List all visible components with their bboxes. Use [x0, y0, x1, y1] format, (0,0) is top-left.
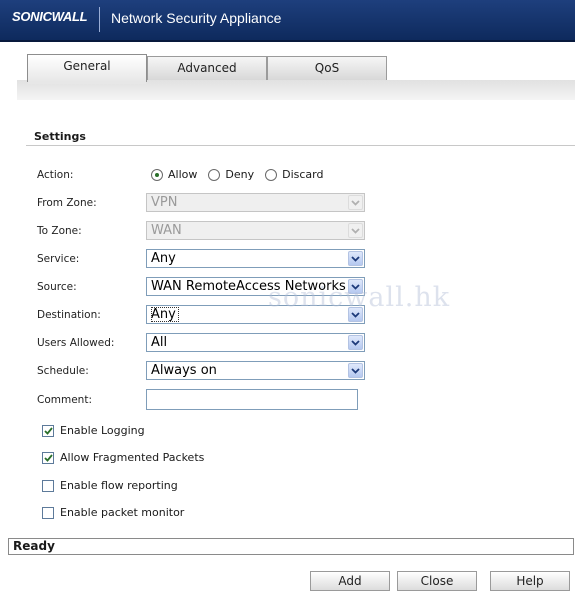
- users-allowed-select[interactable]: All: [146, 333, 365, 352]
- allow-fragmented-label: Allow Fragmented Packets: [60, 451, 205, 464]
- chevron-down-icon[interactable]: [348, 363, 363, 378]
- enable-logging-checkbox[interactable]: [42, 424, 54, 437]
- tab-general[interactable]: General: [27, 54, 147, 84]
- schedule-select[interactable]: Always on: [146, 361, 365, 380]
- service-select[interactable]: Any: [146, 249, 365, 268]
- status-bar: Ready: [8, 538, 574, 555]
- source-value: WAN RemoteAccess Networks: [151, 279, 346, 294]
- app-header: SONICWALL Network Security Appliance: [0, 0, 575, 42]
- users-allowed-value: All: [151, 335, 168, 350]
- chevron-down-icon[interactable]: [348, 251, 363, 266]
- schedule-value: Always on: [151, 363, 217, 378]
- tab-advanced[interactable]: Advanced: [147, 56, 267, 80]
- enable-logging-row: Enable Logging: [42, 424, 145, 437]
- service-value: Any: [151, 251, 176, 266]
- help-button[interactable]: Help: [490, 571, 570, 591]
- chevron-down-icon[interactable]: [348, 279, 363, 294]
- destination-select[interactable]: Any: [146, 305, 365, 324]
- comment-input[interactable]: [146, 389, 358, 410]
- service-label: Service:: [37, 253, 80, 265]
- action-radio-group: Allow Deny Discard: [151, 168, 334, 181]
- packet-monitor-row: Enable packet monitor: [42, 506, 184, 519]
- header-divider: [99, 7, 100, 32]
- section-divider: [26, 145, 575, 146]
- packet-monitor-label: Enable packet monitor: [60, 506, 185, 519]
- destination-label: Destination:: [37, 309, 101, 321]
- from-zone-label: From Zone:: [37, 197, 97, 209]
- chevron-down-icon[interactable]: [348, 335, 363, 350]
- radio-discard[interactable]: [265, 168, 278, 181]
- app-title: Network Security Appliance: [111, 10, 282, 26]
- from-zone-value: VPN: [151, 195, 178, 210]
- from-zone-select: VPN: [146, 193, 365, 212]
- users-allowed-label: Users Allowed:: [37, 337, 115, 349]
- radio-discard-label: Discard: [282, 168, 324, 181]
- close-button[interactable]: Close: [397, 571, 477, 591]
- destination-value: Any: [151, 307, 179, 322]
- to-zone-select: WAN: [146, 221, 365, 240]
- enable-logging-label: Enable Logging: [60, 424, 145, 437]
- action-label: Action:: [37, 169, 74, 181]
- comment-label: Comment:: [37, 394, 92, 406]
- chevron-down-icon[interactable]: [348, 307, 363, 322]
- allow-fragmented-row: Allow Fragmented Packets: [42, 451, 204, 464]
- sonicwall-logo: SONICWALL: [12, 9, 88, 24]
- schedule-label: Schedule:: [37, 365, 89, 377]
- packet-monitor-checkbox[interactable]: [42, 506, 54, 519]
- to-zone-value: WAN: [151, 223, 182, 238]
- to-zone-label: To Zone:: [37, 225, 82, 237]
- chevron-down-icon: [348, 195, 363, 210]
- add-button[interactable]: Add: [310, 571, 390, 591]
- tab-qos[interactable]: QoS: [267, 56, 387, 80]
- radio-deny-label: Deny: [225, 168, 255, 181]
- allow-fragmented-checkbox[interactable]: [42, 451, 54, 464]
- section-title: Settings: [34, 130, 86, 143]
- flow-reporting-row: Enable flow reporting: [42, 479, 178, 492]
- radio-deny[interactable]: [208, 168, 221, 181]
- source-select[interactable]: WAN RemoteAccess Networks: [146, 277, 365, 296]
- radio-allow[interactable]: [151, 168, 163, 181]
- source-label: Source:: [37, 281, 77, 293]
- radio-allow-label: Allow: [168, 168, 198, 181]
- flow-reporting-label: Enable flow reporting: [60, 479, 178, 492]
- flow-reporting-checkbox[interactable]: [42, 479, 54, 492]
- chevron-down-icon: [348, 223, 363, 238]
